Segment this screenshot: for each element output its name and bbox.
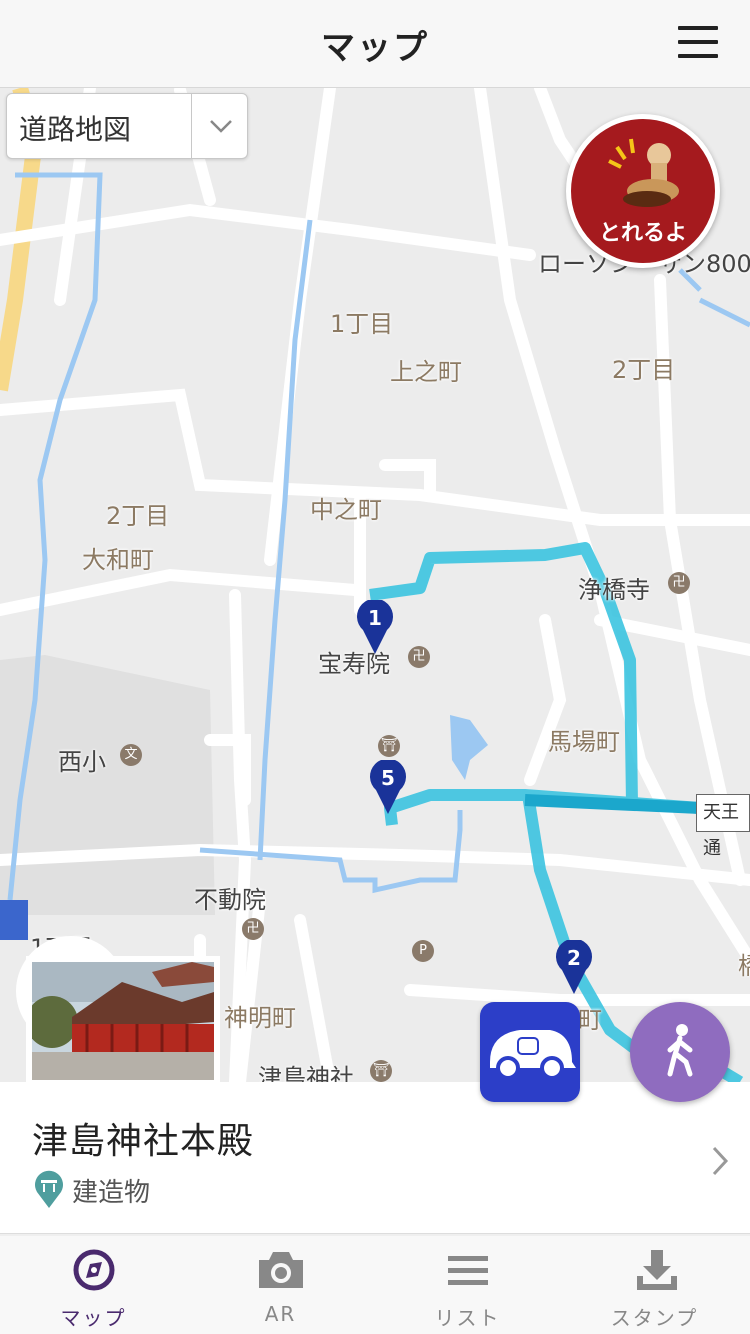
temple-icon: 卍 [668, 572, 690, 594]
spot-name: 津島神社本殿 [32, 1121, 255, 1162]
shrine-icon: ⛩ [370, 1060, 392, 1082]
temple-icon: 卍 [242, 918, 264, 940]
school-icon: 文 [120, 744, 142, 766]
tab-ar[interactable]: AR [187, 1236, 374, 1334]
map-label-cho: 町 [578, 1006, 602, 1034]
map-label-johashiji: 浄橋寺 [578, 576, 650, 604]
map-label-right-edge: 橋 [738, 946, 750, 981]
bottom-tab-bar: マップ AR リスト スタンプ [0, 1236, 750, 1334]
map-type-value: 道路地図 [19, 113, 132, 146]
camera-icon [259, 1252, 303, 1288]
map-label-nishisho: 西小 [58, 748, 106, 776]
map-label-yamatocho: 大和町 [82, 546, 154, 574]
car-icon [490, 1030, 576, 1080]
download-icon [637, 1250, 677, 1290]
spot-category: 建造物 [72, 1178, 151, 1208]
tab-stamp-label: スタンプ [610, 1306, 699, 1330]
tab-list-label: リスト [434, 1306, 501, 1330]
map-label-chome2-left: 2丁目 [106, 502, 170, 530]
route-marker-5[interactable]: 5 [368, 758, 408, 816]
map-label-fudoin: 不動院 [194, 886, 266, 914]
road-sign-tenno: 天王通 [696, 794, 750, 859]
map-label-chome1: 1丁目 [330, 310, 394, 338]
map-label-babacho: 馬場町 [548, 728, 620, 756]
tab-map-label: マップ [60, 1306, 127, 1330]
chevron-right-icon[interactable] [708, 1144, 732, 1178]
map-label-tsushima-jinja: 津島神社 [258, 1064, 354, 1082]
spot-thumbnail[interactable] [16, 936, 220, 1086]
building-category-icon [35, 1170, 63, 1208]
route-marker-1[interactable]: 1 [355, 598, 395, 656]
shrine-icon: ⛩ [378, 735, 400, 757]
spot-photo [26, 956, 220, 1086]
chevron-down-icon [210, 120, 232, 133]
tab-map[interactable]: マップ [0, 1236, 187, 1334]
map-compass-icon [73, 1249, 115, 1291]
select-divider [191, 94, 192, 158]
stamp-badge-label: とれるよ [598, 221, 687, 246]
header-bar: マップ [0, 0, 750, 88]
route-marker-2[interactable]: 2 [554, 938, 594, 996]
spot-info-panel[interactable]: 津島神社本殿 建造物 [0, 1082, 750, 1234]
tab-ar-label: AR [264, 1302, 297, 1326]
list-icon [448, 1256, 488, 1285]
page-title: マップ [321, 28, 429, 68]
hamburger-menu-icon[interactable] [678, 26, 718, 58]
tab-list[interactable]: リスト [374, 1236, 561, 1334]
map-label-nakanocho: 中之町 [310, 496, 382, 524]
map-label-chome2-right: 2丁目 [612, 356, 676, 384]
map-type-select[interactable]: 道路地図 [6, 93, 248, 159]
parking-icon: P [412, 940, 434, 962]
map-label-shinmeicho: 神明町 [224, 1004, 296, 1032]
walk-route-button[interactable] [630, 1002, 730, 1102]
stamp-icon [608, 138, 679, 207]
stamp-available-button[interactable]: とれるよ [566, 114, 720, 268]
tab-stamp[interactable]: スタンプ [561, 1236, 748, 1334]
walking-person-icon [667, 1024, 693, 1077]
car-route-button[interactable] [480, 1002, 580, 1102]
map-label-kaminocho: 上之町 [390, 358, 462, 386]
temple-icon: 卍 [408, 646, 430, 668]
